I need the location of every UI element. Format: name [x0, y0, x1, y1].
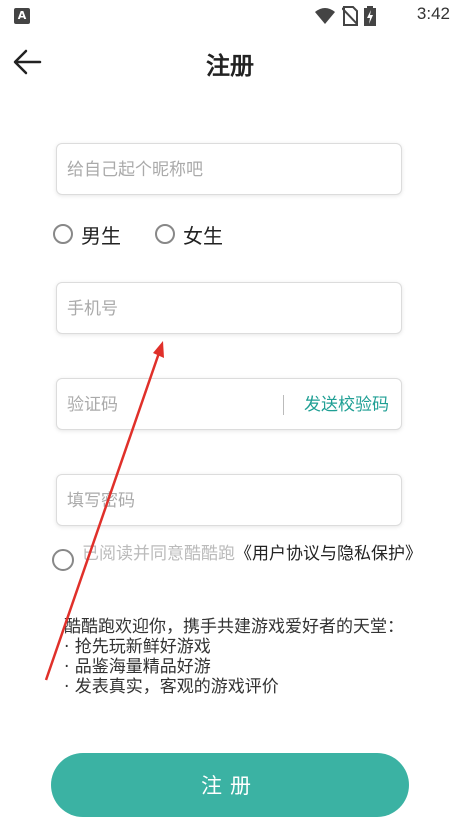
agreement-prefix: 已阅读并同意酷酷跑: [82, 544, 235, 564]
welcome-bullet: · 品鉴海量精品好游: [64, 657, 211, 677]
radio-male[interactable]: [53, 224, 73, 244]
verification-code-field: 发送校验码: [56, 378, 402, 431]
app-bar: 注册: [0, 36, 460, 88]
password-field: [56, 474, 402, 527]
agreement-checkbox[interactable]: [52, 549, 74, 571]
nickname-field: [56, 143, 402, 196]
verification-code-input[interactable]: [65, 379, 269, 431]
gender-option-female[interactable]: 女生: [155, 218, 223, 250]
status-icons: [314, 6, 376, 26]
wifi-icon: [315, 8, 335, 24]
nickname-input[interactable]: [65, 144, 389, 196]
status-bar: A 3:42: [0, 0, 460, 32]
battery-charging-icon: [364, 6, 376, 26]
password-input[interactable]: [65, 475, 389, 527]
welcome-bullet: · 发表真实，客观的游戏评价: [64, 677, 279, 697]
radio-female[interactable]: [155, 224, 175, 244]
welcome-bullet: · 抢先玩新鲜好游戏: [64, 637, 211, 657]
gender-option-male[interactable]: 男生: [53, 218, 121, 250]
welcome-intro: 酷酷跑欢迎你，携手共建游戏爱好者的天堂：: [64, 617, 404, 637]
app-notification-icon: A: [14, 8, 30, 24]
field-divider: [283, 395, 284, 415]
agreement-text: 已阅读并同意酷酷跑《用户协议与隐私保护》: [82, 542, 427, 566]
gender-label-male: 男生: [81, 223, 121, 248]
phone-field: [56, 282, 402, 335]
register-button[interactable]: 注册: [51, 753, 409, 817]
agreement-link[interactable]: 《用户协议与隐私保护》: [235, 544, 422, 564]
clock: 3:42: [416, 4, 450, 23]
no-sim-icon: [342, 6, 358, 26]
gender-label-female: 女生: [183, 223, 223, 248]
phone-input[interactable]: [65, 283, 389, 335]
send-code-button[interactable]: 发送校验码: [304, 379, 389, 431]
page-title: 注册: [206, 52, 254, 80]
welcome-text: 酷酷跑欢迎你，携手共建游戏爱好者的天堂： · 抢先玩新鲜好游戏 · 品鉴海量精品…: [64, 617, 404, 697]
